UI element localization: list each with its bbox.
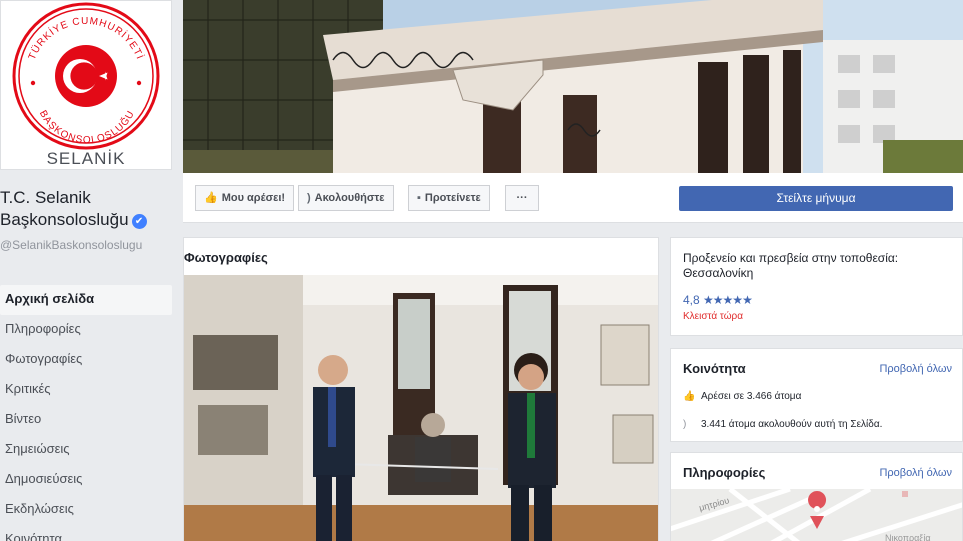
side-nav: Αρχική σελίδα Πληροφορίες Φωτογραφίες Κρ… <box>0 285 172 541</box>
rss-icon: ) <box>683 419 687 430</box>
rating-value: 4,8 <box>683 293 700 307</box>
profile-picture[interactable]: TÜRKİYE CUMHURİYETİ BAŞKONSOLOSLUĞU SELA… <box>0 0 172 170</box>
page-handle[interactable]: @SelanikBaskonsoloslugu <box>0 238 172 252</box>
thumbs-up-icon: 👍 <box>683 391 696 402</box>
followers-count-row[interactable]: ) 3.441 άτομα ακολουθούν αυτή τη Σελίδα. <box>683 419 882 430</box>
rating-row[interactable]: 4,8 ★★★★★ <box>683 293 753 307</box>
nav-item-community[interactable]: Κοινότητα <box>0 525 172 541</box>
about-title: Πληροφορίες <box>683 465 766 480</box>
open-status: Κλειστά τώρα <box>683 311 743 322</box>
cover-building-image <box>183 0 963 173</box>
follow-button[interactable]: ) Ακολουθήστε <box>298 185 394 211</box>
photos-card: Φωτογραφίες <box>183 237 659 541</box>
nav-item-posts[interactable]: Δημοσιεύσεις <box>0 465 172 495</box>
suggest-button[interactable]: ▪ Προτείνετε <box>408 185 490 211</box>
thumbs-up-icon: 👍 <box>204 192 218 204</box>
nav-item-about[interactable]: Πληροφορίες <box>0 315 172 345</box>
rss-icon: ) <box>307 192 311 204</box>
verified-check-icon: ✔ <box>131 214 147 229</box>
star-rating-icon: ★★★★★ <box>703 293 753 307</box>
category-text[interactable]: Προξενείο και πρεσβεία στην τοποθεσία: Θ… <box>683 251 953 281</box>
community-see-all-link[interactable]: Προβολή όλων <box>879 363 952 375</box>
nav-item-home[interactable]: Αρχική σελίδα <box>0 285 172 315</box>
page-name[interactable]: T.C. Selanik Başkonsolosluğu ✔ <box>0 187 175 231</box>
consulate-seal-icon: TÜRKİYE CUMHURİYETİ BAŞKONSOLOSLUĞU <box>12 2 160 150</box>
nav-item-reviews[interactable]: Κριτικές <box>0 375 172 405</box>
photo-consuls-with-statue[interactable] <box>183 275 659 541</box>
photos-title[interactable]: Φωτογραφίες <box>184 250 268 265</box>
more-options-button[interactable]: ··· <box>505 185 539 211</box>
category-card: Προξενείο και πρεσβεία στην τοποθεσία: Θ… <box>670 237 963 336</box>
map-area-label: Νικοπραξία <box>885 533 931 541</box>
send-message-button[interactable]: Στείλτε μήνυμα <box>679 186 953 211</box>
community-title: Κοινότητα <box>683 361 746 376</box>
location-map[interactable]: μητρίου Νικοπραξία <box>670 489 963 541</box>
nav-item-notes[interactable]: Σημειώσεις <box>0 435 172 465</box>
nav-item-events[interactable]: Εκδηλώσεις <box>0 495 172 525</box>
community-card: Κοινότητα Προβολή όλων 👍 Αρέσει σε 3.466 … <box>670 348 963 442</box>
about-see-all-link[interactable]: Προβολή όλων <box>879 467 952 479</box>
about-card: Πληροφορίες Προβολή όλων μητρίου Νικοπρα… <box>670 452 963 541</box>
seal-caption: SELANİK <box>46 149 126 168</box>
nav-item-photos[interactable]: Φωτογραφίες <box>0 345 172 375</box>
like-button[interactable]: 👍 Μου αρέσει! <box>195 185 295 211</box>
nav-item-videos[interactable]: Βίντεο <box>0 405 172 435</box>
cover-photo[interactable] <box>183 0 963 173</box>
page-name-text[interactable]: T.C. Selanik Başkonsolosluğu <box>0 188 129 229</box>
action-bar: 👍 Μου αρέσει! ) Ακολουθήστε ▪ Προτείνετε ··… <box>183 173 963 223</box>
speech-bubble-icon: ▪ <box>417 192 421 204</box>
likes-count-row[interactable]: 👍 Αρέσει σε 3.466 άτομα <box>683 391 801 402</box>
